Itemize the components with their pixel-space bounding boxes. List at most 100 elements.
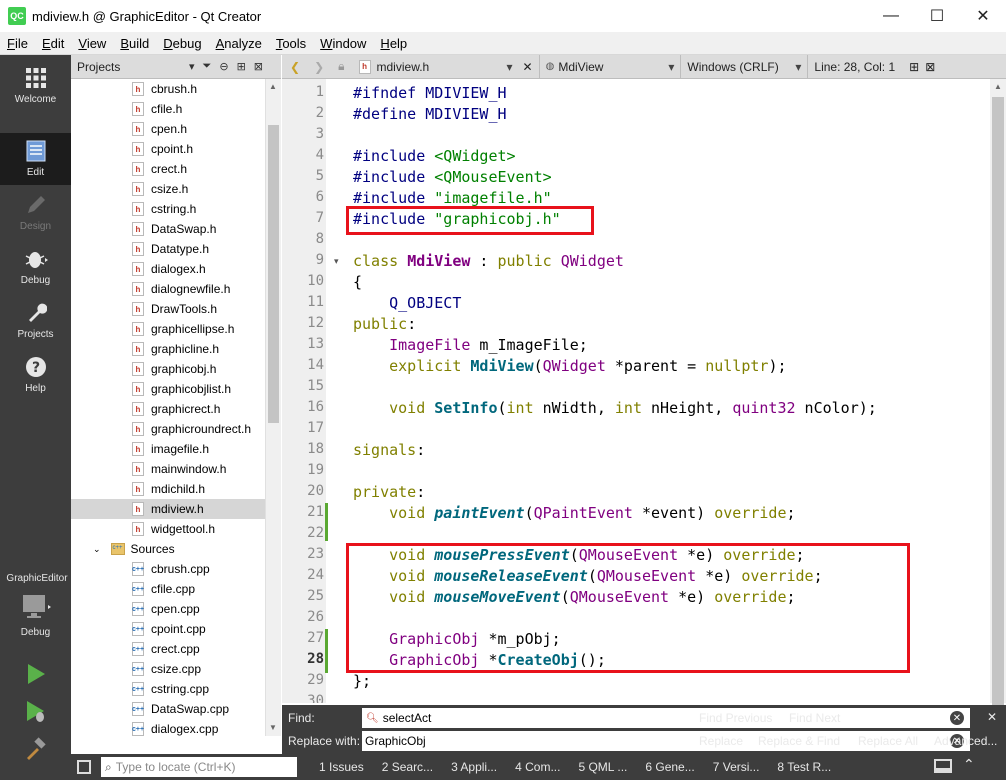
back-arrow-icon[interactable]: ❮ bbox=[290, 60, 300, 74]
projects-view-selector[interactable]: Projects bbox=[77, 60, 181, 74]
close-find-icon[interactable]: ✕ bbox=[987, 710, 997, 724]
tree-item[interactable]: h cpoint.h bbox=[71, 139, 265, 159]
tree-item[interactable]: h graphicrect.h bbox=[71, 399, 265, 419]
tree-item[interactable]: c++ cpoint.cpp bbox=[71, 619, 265, 639]
close-button[interactable]: ✕ bbox=[960, 0, 1006, 32]
close-split-icon[interactable]: ⊠ bbox=[925, 60, 935, 74]
output-pane-compile[interactable]: 4 Com... bbox=[515, 760, 560, 774]
tree-item[interactable]: h cfile.h bbox=[71, 99, 265, 119]
link-icon[interactable]: ⊖ bbox=[219, 60, 228, 73]
chevron-down-icon[interactable]: ▾ bbox=[507, 60, 513, 74]
tree-item[interactable]: h dialognewfile.h bbox=[71, 279, 265, 299]
build-hammer-icon[interactable] bbox=[24, 737, 48, 761]
minimize-button[interactable]: — bbox=[868, 0, 914, 32]
tree-item[interactable]: h graphicobj.h bbox=[71, 359, 265, 379]
output-pane-issues[interactable]: 1 Issues bbox=[319, 760, 364, 774]
tree-item[interactable]: h dialogex.h bbox=[71, 259, 265, 279]
tree-item[interactable]: c++ dialogex.cpp bbox=[71, 719, 265, 736]
expand-chevron-icon[interactable]: ⌄ bbox=[93, 544, 101, 555]
replace-and-find-button[interactable]: Replace & Find bbox=[758, 734, 840, 748]
find-previous-button[interactable]: Find Previous bbox=[699, 711, 772, 725]
debug-run-icon[interactable] bbox=[24, 700, 48, 724]
scroll-up-icon[interactable]: ▲ bbox=[994, 82, 1002, 91]
tree-item[interactable]: h widgettool.h bbox=[71, 519, 265, 539]
tree-item[interactable]: h graphicobjlist.h bbox=[71, 379, 265, 399]
tree-item[interactable]: h csize.h bbox=[71, 179, 265, 199]
tree-item[interactable]: h cpen.h bbox=[71, 119, 265, 139]
scroll-up-icon[interactable]: ▲ bbox=[269, 82, 277, 91]
tree-item[interactable]: c++ cfile.cpp bbox=[71, 579, 265, 599]
mode-debug[interactable]: Debug bbox=[0, 241, 71, 293]
replace-all-button[interactable]: Replace All bbox=[858, 734, 918, 748]
monitor-icon[interactable] bbox=[22, 593, 52, 624]
mode-projects[interactable]: Projects bbox=[0, 295, 71, 347]
tree-item[interactable]: h crect.h bbox=[71, 159, 265, 179]
tree-item[interactable]: h graphicline.h bbox=[71, 339, 265, 359]
advanced-button[interactable]: Advanced... bbox=[934, 734, 997, 748]
replace-button[interactable]: Replace bbox=[699, 734, 743, 748]
tree-item[interactable]: h DrawTools.h bbox=[71, 299, 265, 319]
locator-input[interactable]: ⌕ Type to locate (Ctrl+K) bbox=[101, 757, 297, 777]
tree-item[interactable]: h graphicroundrect.h bbox=[71, 419, 265, 439]
menu-tools[interactable]: Tools bbox=[269, 36, 313, 51]
tree-item[interactable]: c++ csize.cpp bbox=[71, 659, 265, 679]
clear-icon[interactable]: ✕ bbox=[950, 711, 964, 725]
output-pane-qml[interactable]: 5 QML ... bbox=[578, 760, 627, 774]
filter-icon[interactable]: ⏷ bbox=[203, 60, 212, 73]
output-pane-test[interactable]: 8 Test R... bbox=[777, 760, 831, 774]
expand-output-icon[interactable]: ⌃ bbox=[963, 756, 975, 773]
output-pane-general[interactable]: 6 Gene... bbox=[645, 760, 694, 774]
output-pane-search[interactable]: 2 Searc... bbox=[382, 760, 433, 774]
menu-view[interactable]: View bbox=[71, 36, 113, 51]
run-icon[interactable] bbox=[24, 662, 48, 686]
mode-edit[interactable]: Edit bbox=[0, 133, 71, 185]
tree-item[interactable]: h cbrush.h bbox=[71, 79, 265, 99]
chevron-down-icon[interactable]: ▾ bbox=[189, 60, 195, 73]
progress-details-icon[interactable] bbox=[934, 759, 952, 773]
split-icon[interactable]: ⊞ bbox=[909, 60, 919, 74]
chevron-down-icon[interactable]: ▾ bbox=[795, 60, 801, 74]
fold-marker-icon[interactable]: ▾ bbox=[334, 256, 339, 267]
line-endings-selector[interactable]: Windows (CRLF) bbox=[687, 60, 795, 74]
tree-item-selected[interactable]: h mdiview.h bbox=[71, 499, 265, 519]
tree-item[interactable]: c++ DataSwap.cpp bbox=[71, 699, 265, 719]
tree-folder-sources[interactable]: ⌄Sources bbox=[71, 539, 265, 559]
mode-help[interactable]: ? Help bbox=[0, 349, 71, 401]
editor-scrollbar[interactable]: ▲ bbox=[990, 79, 1006, 711]
tree-item[interactable]: c++ cstring.cpp bbox=[71, 679, 265, 699]
menu-file[interactable]: File bbox=[0, 36, 35, 51]
project-tree-scrollbar[interactable]: ▲ ▼ bbox=[265, 79, 281, 736]
menu-window[interactable]: Window bbox=[313, 36, 373, 51]
menu-help[interactable]: Help bbox=[373, 36, 414, 51]
split-icon[interactable]: ⊞ bbox=[237, 60, 246, 73]
scrollbar-thumb[interactable] bbox=[992, 97, 1004, 711]
tree-item[interactable]: c++ cpen.cpp bbox=[71, 599, 265, 619]
find-input[interactable]: 🔍︎ selectAct ✕ bbox=[362, 708, 970, 728]
toggle-sidebar-icon[interactable] bbox=[77, 760, 91, 774]
mode-welcome[interactable]: Welcome bbox=[0, 60, 71, 112]
close-pane-icon[interactable]: ⊠ bbox=[254, 60, 263, 73]
chevron-down-icon[interactable]: ▾ bbox=[668, 60, 674, 74]
tree-item[interactable]: h graphicellipse.h bbox=[71, 319, 265, 339]
search-options-icon[interactable]: 🔍︎ bbox=[366, 713, 379, 724]
tree-item[interactable]: h DataSwap.h bbox=[71, 219, 265, 239]
maximize-button[interactable]: ☐ bbox=[914, 0, 960, 32]
open-document-selector[interactable]: mdiview.h bbox=[377, 60, 507, 74]
menu-analyze[interactable]: Analyze bbox=[209, 36, 269, 51]
close-document-icon[interactable]: ✕ bbox=[523, 60, 533, 74]
menu-edit[interactable]: Edit bbox=[35, 36, 71, 51]
output-pane-application[interactable]: 3 Appli... bbox=[451, 760, 497, 774]
scroll-down-icon[interactable]: ▼ bbox=[269, 723, 277, 732]
scrollbar-thumb[interactable] bbox=[268, 125, 279, 423]
tree-item[interactable]: h mdichild.h bbox=[71, 479, 265, 499]
tree-item[interactable]: c++ crect.cpp bbox=[71, 639, 265, 659]
output-pane-version[interactable]: 7 Versi... bbox=[713, 760, 760, 774]
tree-item[interactable]: c++ cbrush.cpp bbox=[71, 559, 265, 579]
tree-item[interactable]: h Datatype.h bbox=[71, 239, 265, 259]
tree-item[interactable]: h mainwindow.h bbox=[71, 459, 265, 479]
symbol-selector[interactable]: MdiView bbox=[558, 60, 668, 74]
tree-item[interactable]: h cstring.h bbox=[71, 199, 265, 219]
find-next-button[interactable]: Find Next bbox=[789, 711, 840, 725]
forward-arrow-icon[interactable]: ❯ bbox=[314, 60, 324, 74]
menu-debug[interactable]: Debug bbox=[156, 36, 208, 51]
